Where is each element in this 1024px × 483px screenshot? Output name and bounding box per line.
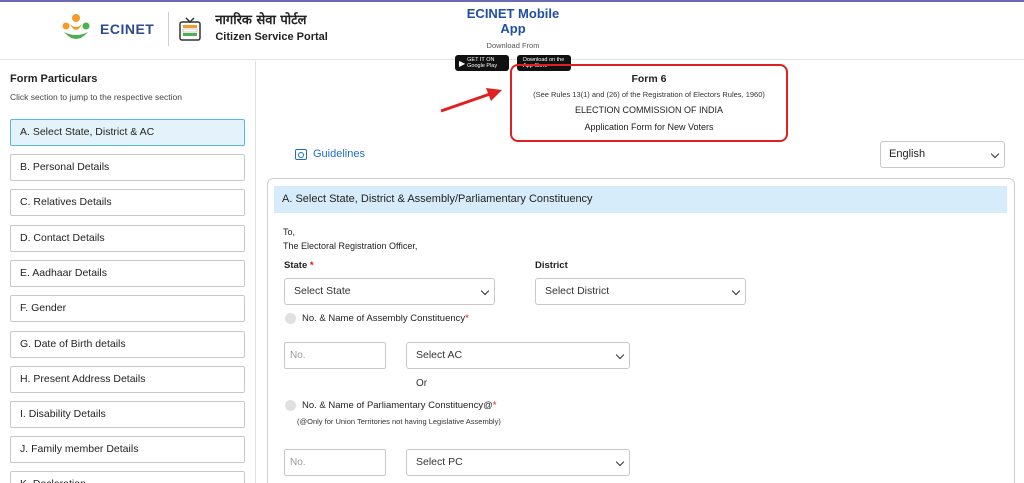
ac-radio-option[interactable]: No. & Name of Assembly Constituency*: [285, 313, 469, 324]
logo-divider: [168, 12, 170, 46]
sidebar-item-declaration[interactable]: K. Declaration: [10, 471, 245, 483]
sidebar-item-present-address[interactable]: H. Present Address Details: [10, 366, 245, 393]
sidebar-item-personal-details[interactable]: B. Personal Details: [10, 154, 245, 181]
pc-note: (@Only for Union Territories not having …: [297, 417, 501, 426]
pc-select-value: Select PC: [416, 456, 463, 468]
brand-name: ECINET: [100, 21, 155, 37]
guidelines-icon: [295, 148, 307, 160]
form-panel: [267, 178, 1015, 483]
to-line: To,: [283, 227, 296, 237]
google-play-icon: ▶: [459, 58, 466, 68]
sidebar-item-disability-details[interactable]: I. Disability Details: [10, 401, 245, 428]
google-play-button[interactable]: ▶ GET IT ON Google Play: [455, 55, 509, 71]
ac-label: No. & Name of Assembly Constituency*: [302, 313, 469, 324]
pc-number-input[interactable]: No.: [284, 449, 386, 476]
chevron-down-icon: [990, 149, 1000, 159]
pc-radio-button[interactable]: [285, 400, 296, 411]
sidebar-subtitle: Click section to jump to the respective …: [10, 92, 182, 102]
language-select[interactable]: English: [880, 141, 1005, 168]
section-a-heading: A. Select State, District & Assembly/Par…: [274, 186, 1007, 213]
sidebar-item-contact-details[interactable]: D. Contact Details: [10, 225, 245, 252]
ac-number-input[interactable]: No.: [284, 342, 386, 369]
chevron-down-icon: [615, 350, 625, 360]
pc-label: No. & Name of Parliamentary Constituency…: [302, 400, 497, 411]
ac-select[interactable]: Select AC: [406, 342, 630, 369]
sidebar-item-aadhaar-details[interactable]: E. Aadhaar Details: [10, 260, 245, 287]
chevron-down-icon: [480, 286, 490, 296]
chevron-down-icon: [731, 286, 741, 296]
pc-select[interactable]: Select PC: [406, 449, 630, 476]
sidebar-item-relatives-details[interactable]: C. Relatives Details: [10, 189, 245, 216]
district-select[interactable]: Select District: [535, 278, 746, 305]
sidebar-item-gender[interactable]: F. Gender: [10, 295, 245, 322]
download-from-text: Download From: [486, 41, 540, 50]
sidebar-item-state-district-ac[interactable]: A. Select State, District & AC: [10, 119, 245, 146]
portal-title-english: Citizen Service Portal: [215, 31, 328, 43]
language-selected-value: English: [889, 148, 926, 160]
or-separator: Or: [416, 378, 428, 389]
state-select-value: Select State: [294, 285, 351, 297]
state-label: State *: [284, 260, 314, 271]
sidebar-item-date-of-birth[interactable]: G. Date of Birth details: [10, 331, 245, 358]
guidelines-link[interactable]: Guidelines: [295, 148, 365, 160]
annotation-arrow-icon: [440, 88, 502, 113]
ecinet-logo[interactable]: ECINET नागरिक सेवा पोर्टल Citizen Servic…: [60, 12, 328, 46]
top-header: ECINET नागरिक सेवा पोर्टल Citizen Servic…: [0, 0, 1024, 71]
form-rules: (See Rules 13(1) and (26) of the Registr…: [533, 90, 765, 99]
ero-line: The Electoral Registration Officer,: [283, 241, 418, 251]
portal-title-hindi: नागरिक सेवा पोर्टल: [215, 13, 307, 28]
sidebar-item-family-member[interactable]: J. Family member Details: [10, 436, 245, 463]
guidelines-label: Guidelines: [313, 148, 365, 160]
district-select-value: Select District: [545, 285, 610, 297]
addressee-text: To, The Electoral Registration Officer,: [283, 225, 417, 253]
form-name: Application Form for New Voters: [584, 122, 714, 132]
form-particulars-sidebar: Form Particulars Click section to jump t…: [0, 61, 256, 483]
portal-title: नागरिक सेवा पोर्टल Citizen Service Porta…: [215, 13, 328, 45]
form-title: Form 6: [631, 73, 667, 85]
google-play-bottom: Google Play: [467, 63, 498, 69]
pc-radio-option[interactable]: No. & Name of Parliamentary Constituency…: [285, 400, 496, 411]
district-label: District: [535, 260, 568, 271]
mobile-app-title: ECINET Mobile App: [466, 6, 560, 36]
chevron-down-icon: [615, 457, 625, 467]
sidebar-title: Form Particulars: [10, 73, 98, 85]
ac-select-value: Select AC: [416, 349, 463, 361]
state-select[interactable]: Select State: [284, 278, 495, 305]
ac-radio-button[interactable]: [285, 313, 296, 324]
ecinet-logo-icon: [62, 14, 90, 39]
eci-emblem-icon: [179, 17, 202, 41]
mobile-app-block: ECINET Mobile App Download From ▶ GET IT…: [455, 6, 571, 71]
form-commission: ELECTION COMMISSION OF INDIA: [574, 105, 723, 115]
form6-heading-box: Form 6 (See Rules 13(1) and (26) of the …: [510, 64, 788, 142]
